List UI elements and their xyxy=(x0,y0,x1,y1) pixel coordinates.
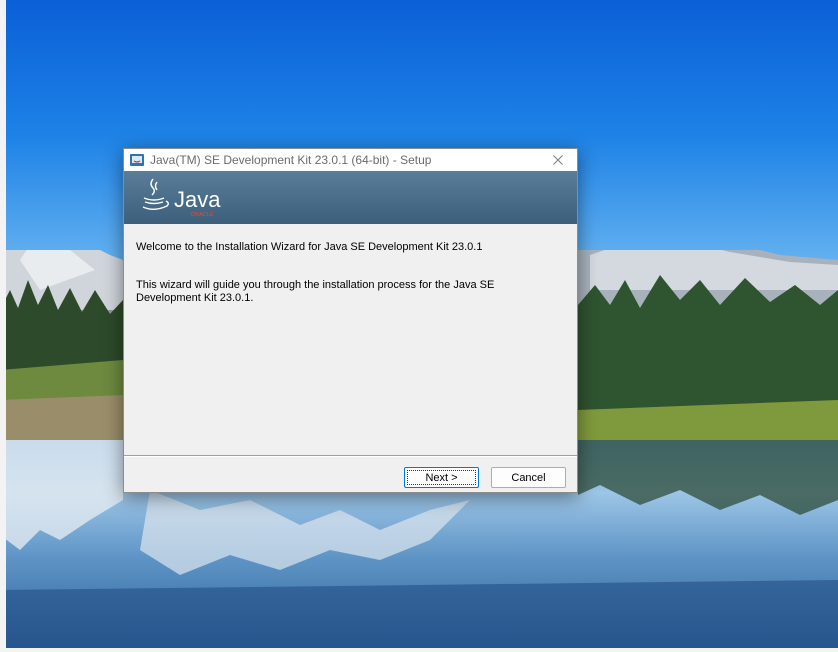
java-logo-text: Java xyxy=(174,187,221,212)
oracle-logo-text: ORACLE xyxy=(191,212,214,218)
setup-dialog: Java(TM) SE Development Kit 23.0.1 (64-b… xyxy=(123,148,578,493)
description-text: This wizard will guide you through the i… xyxy=(136,279,495,304)
next-button-label: Next > xyxy=(425,471,458,484)
screen-border-bottom xyxy=(0,648,838,652)
title-bar[interactable]: Java(TM) SE Development Kit 23.0.1 (64-b… xyxy=(124,149,577,171)
java-logo: Java ORACLE xyxy=(142,178,221,218)
welcome-text: Welcome to the Installation Wizard for J… xyxy=(136,241,483,253)
close-icon xyxy=(553,155,563,165)
cancel-button[interactable]: Cancel xyxy=(491,467,566,488)
java-cup-logo-icon xyxy=(142,178,169,210)
java-setup-icon xyxy=(130,154,144,166)
screen-border-left xyxy=(0,0,6,652)
button-divider xyxy=(124,455,577,457)
close-button[interactable] xyxy=(543,149,573,171)
next-button[interactable]: Next > xyxy=(404,467,479,488)
java-banner: Java ORACLE xyxy=(124,171,577,224)
cancel-button-label: Cancel xyxy=(511,471,546,484)
window-title: Java(TM) SE Development Kit 23.0.1 (64-b… xyxy=(150,153,432,167)
